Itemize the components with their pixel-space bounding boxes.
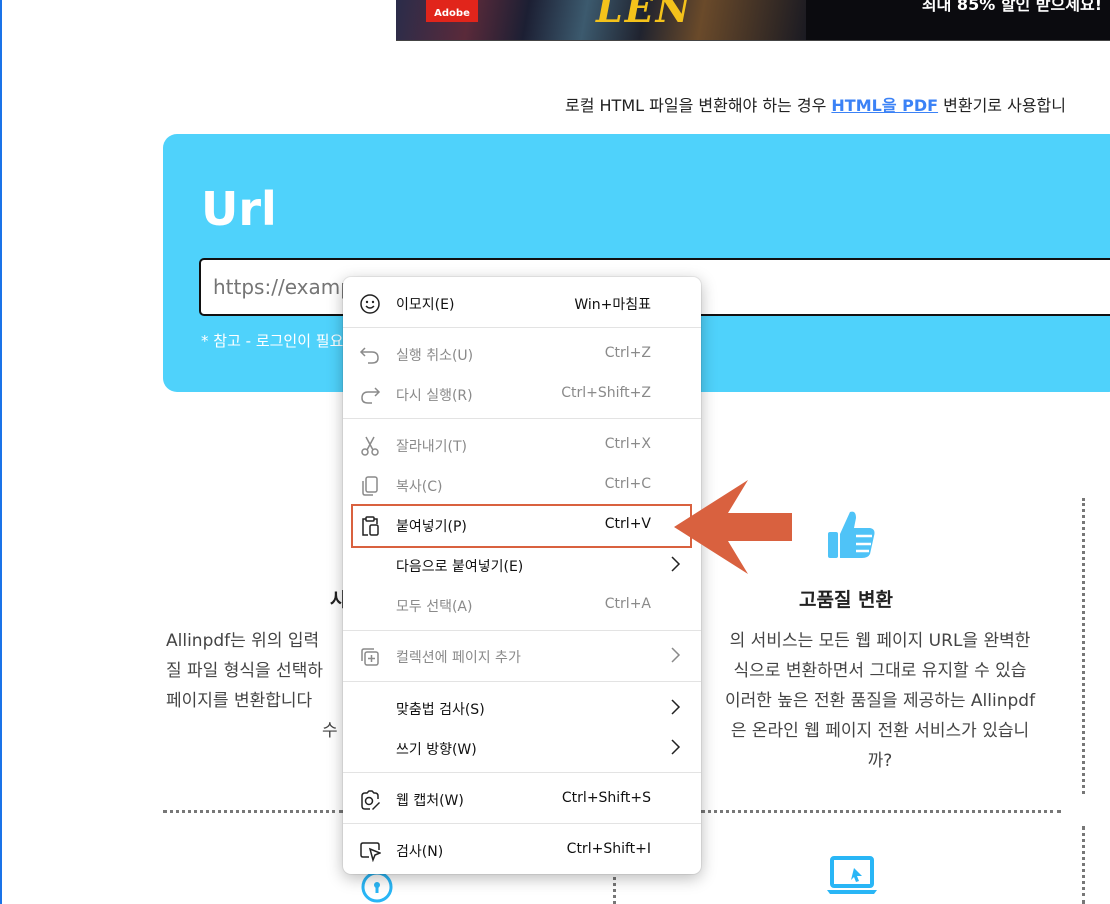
menu-item-shortcut: Ctrl+Shift+Z [561,385,651,401]
feature-line: 수 [322,721,338,741]
feature-line: 까? [867,751,893,771]
web-capture-icon [361,790,380,810]
feature-line: 질 파일 형식을 선택하 [166,661,323,681]
menu-separator [343,327,701,328]
undo-icon [359,347,379,364]
menu-item-writing-direction[interactable]: 쓰기 방향(W) [349,729,695,767]
url-title: Url [201,182,277,236]
feature-body-right: 의 서비스는 모든 웹 페이지 URL을 완벽한 식으로 변환하면서 그대로 유… [690,626,1070,776]
menu-item-emoji[interactable]: 이모지(E) Win+마침표 [349,284,695,322]
menu-item-copy[interactable]: 복사(C) Ctrl+C [349,466,695,504]
menu-item-label: 실행 취소(U) [396,348,474,364]
menu-item-spellcheck[interactable]: 맞춤법 검사(S) [349,689,695,727]
menu-item-undo[interactable]: 실행 취소(U) Ctrl+Z [349,335,695,373]
html-to-pdf-link[interactable]: HTML을 PDF [831,96,938,115]
menu-item-label: 이모지(E) [396,297,455,313]
menu-item-shortcut: Ctrl+C [604,476,651,492]
menu-item-shortcut: Ctrl+Shift+S [561,790,651,806]
adobe-logo: Adobe [426,0,478,22]
chevron-right-icon [671,739,681,755]
arrow-left-icon [674,480,792,574]
notice-suffix: 변환기로 사용합니 [938,96,1066,115]
menu-separator [343,418,701,419]
window-left-edge [0,0,2,904]
banner-promo-text: 최대 85% 할인 받으세요! [921,0,1102,14]
menu-separator [343,823,701,824]
menu-item-label: 잘라내기(T) [396,439,467,455]
feature-body-left: Allinpdf는 위의 입력 질 파일 형식을 선택하 페이지를 변환합니다 … [166,626,338,746]
menu-item-web-capture[interactable]: 웹 캡처(W) Ctrl+Shift+S [349,780,695,818]
menu-item-label: 컬렉션에 페이지 추가 [396,650,521,666]
feature-title-quality: 고품질 변환 [799,589,894,611]
menu-item-label: 검사(N) [396,844,444,860]
notice-prefix: 로컬 HTML 파일을 변환해야 하는 경우 [565,96,832,115]
scissors-icon [361,436,379,456]
menu-item-redo[interactable]: 다시 실행(R) Ctrl+Shift+Z [349,375,695,413]
feature-line: 식으로 변환하면서 그대로 유지할 수 있습 [733,661,1027,681]
menu-item-cut[interactable]: 잘라내기(T) Ctrl+X [349,426,695,464]
menu-item-select-all[interactable]: 모두 선택(A) Ctrl+A [349,586,695,624]
menu-item-shortcut: Ctrl+Shift+I [566,841,651,857]
feature-divider-vertical-lower [1082,826,1085,904]
lock-circle-icon [361,871,393,903]
feature-line: Allinpdf는 위의 입력 [166,631,320,651]
menu-item-inspect[interactable]: 검사(N) Ctrl+Shift+I [349,831,695,869]
redo-icon [361,387,381,404]
feature-divider-horizontal-right [701,810,1061,813]
inspect-icon [360,842,381,862]
menu-item-label: 다음으로 붙여넣기(E) [396,559,524,575]
menu-item-label: 복사(C) [396,479,443,495]
thumbs-up-icon [828,511,875,558]
menu-separator [343,681,701,682]
feature-line: 은 온라인 웹 페이지 전환 서비스가 있습니 [730,721,1030,741]
collections-icon [361,648,379,666]
feature-line: 이러한 높은 전환 품질을 제공하는 Allinpdf [724,691,1036,711]
menu-separator [343,772,701,773]
emoji-icon [360,294,380,314]
menu-item-label: 쓰기 방향(W) [396,742,477,758]
menu-item-label: 웹 캡처(W) [396,793,464,809]
laptop-icon [827,856,877,894]
context-menu: 이모지(E) Win+마침표 실행 취소(U) Ctrl+Z 다시 실행(R) … [343,277,701,874]
menu-item-shortcut: Win+마침표 [574,297,651,313]
menu-item-add-to-collections[interactable]: 컬렉션에 페이지 추가 [349,637,695,675]
paste-highlight-box [351,504,692,548]
local-file-notice: 로컬 HTML 파일을 변환해야 하는 경우 HTML을 PDF 변환기로 사용… [565,92,1066,116]
copy-icon [362,476,378,496]
menu-item-label: 맞춤법 검사(S) [396,702,485,718]
feature-line: 페이지를 변환합니다 [166,691,313,711]
feature-divider-vertical [1082,498,1085,794]
menu-separator [343,630,701,631]
top-ad-banner[interactable]: Adobe LEN 최대 85% 할인 받으세요! [396,0,1110,41]
feature-divider-horizontal-left [163,810,343,813]
menu-item-shortcut: Ctrl+X [604,436,651,452]
menu-item-label: 다시 실행(R) [396,388,473,404]
menu-item-shortcut: Ctrl+A [604,596,651,612]
menu-item-shortcut: Ctrl+Z [604,345,651,361]
menu-item-label: 모두 선택(A) [396,599,473,615]
menu-item-paste-as[interactable]: 다음으로 붙여넣기(E) [349,546,695,584]
chevron-right-icon [671,647,681,663]
feature-line: 의 서비스는 모든 웹 페이지 URL을 완벽한 [729,631,1031,651]
banner-script-text: LEN [596,0,693,31]
chevron-right-icon [671,699,681,715]
